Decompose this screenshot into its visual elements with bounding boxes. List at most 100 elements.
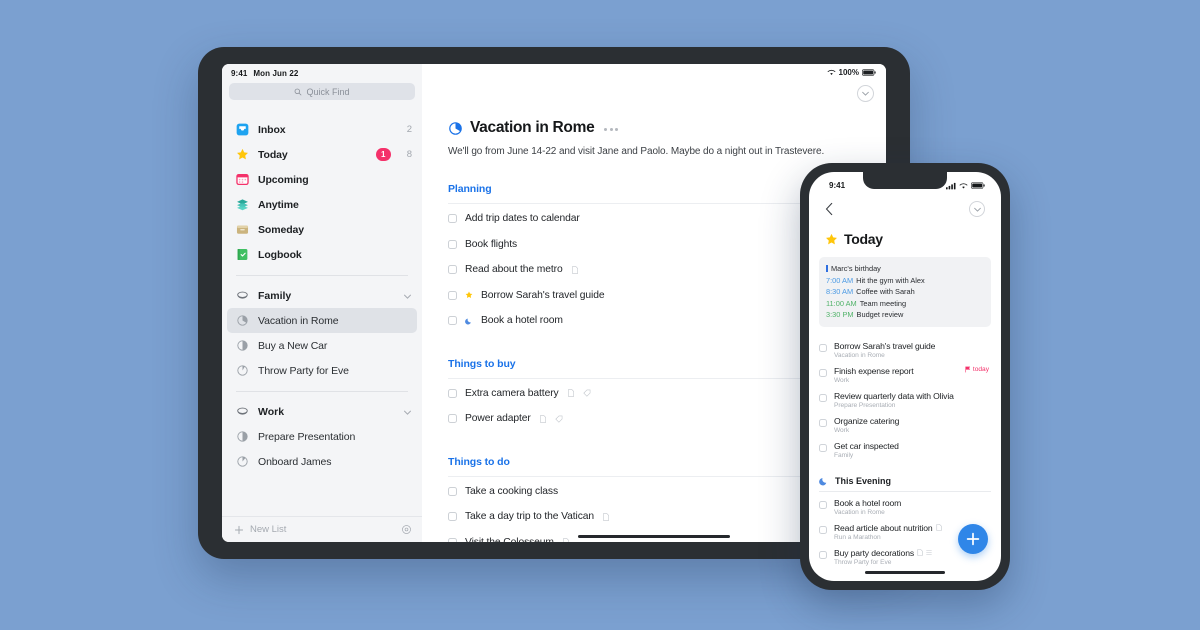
sidebar-group-family[interactable]: Family	[222, 284, 422, 308]
sidebar-item-prepare-presentation[interactable]: Prepare Presentation	[222, 424, 422, 449]
chevron-down-icon[interactable]	[403, 408, 412, 417]
checkbox[interactable]	[448, 239, 457, 249]
checkbox[interactable]	[819, 500, 827, 509]
ipad-status-bar: 9:41 Mon Jun 22	[222, 64, 422, 82]
signal-icon	[946, 182, 956, 189]
note-icon	[571, 266, 578, 274]
checkbox[interactable]	[819, 525, 827, 534]
plus-icon	[966, 532, 980, 546]
sidebar-item-label: Throw Party for Eve	[258, 364, 349, 377]
sidebar-item-vacation-in-rome[interactable]: Vacation in Rome	[227, 308, 417, 333]
project-note[interactable]: We'll go from June 14-22 and visit Jane …	[448, 146, 886, 157]
sidebar-item-upcoming[interactable]: Upcoming	[222, 167, 422, 192]
checkbox[interactable]	[819, 343, 827, 352]
section-this-evening: This Evening	[809, 476, 1001, 486]
sidebar-item-anytime[interactable]: Anytime	[222, 192, 422, 217]
page-title: Vacation in Rome	[470, 119, 595, 136]
checkbox[interactable]	[448, 290, 457, 300]
calendar-event-time: 7:00 AM	[826, 275, 854, 285]
sidebar-item-someday[interactable]: Someday	[222, 217, 422, 242]
calendar-event-label: Marc's birthday	[831, 264, 881, 273]
sidebar-item-inbox[interactable]: Inbox 2	[222, 117, 422, 142]
calendar-event: 8:30 AM Coffee with Sarah	[826, 286, 984, 298]
more-dots-icon[interactable]	[604, 128, 619, 131]
calendar-event: 7:00 AM Hit the gym with Alex	[826, 275, 984, 287]
sidebar-item-label: Anytime	[258, 198, 299, 211]
gear-icon[interactable]	[401, 524, 412, 535]
sidebar: 9:41 Mon Jun 22 Quick Find Inbox 2 Today…	[222, 64, 422, 542]
todo-project: Vacation in Rome	[834, 351, 885, 359]
iphone-todo-list: Borrow Sarah's travel guide Vacation in …	[809, 337, 1001, 462]
sidebar-item-label: Inbox	[258, 123, 286, 136]
checkbox[interactable]	[448, 537, 457, 542]
todo-label: Take a day trip to the Vatican	[465, 511, 595, 523]
collapse-button[interactable]	[969, 201, 985, 217]
iphone-notch	[863, 172, 947, 189]
checkbox[interactable]	[448, 265, 457, 275]
status-badge: 1	[375, 148, 391, 161]
checkbox[interactable]	[819, 418, 827, 427]
sidebar-item-throw-party-for-eve[interactable]: Throw Party for Eve	[222, 358, 422, 383]
chevron-left-icon[interactable]	[825, 202, 834, 216]
checkbox[interactable]	[448, 512, 457, 522]
calendar-event-time: 8:30 AM	[826, 287, 854, 297]
sidebar-divider	[236, 275, 408, 276]
calendar-card[interactable]: Marc's birthday 7:00 AM Hit the gym with…	[819, 257, 991, 327]
todo-label-wrap: Read article about nutrition	[834, 523, 942, 533]
page-title-row: Vacation in Rome	[448, 119, 886, 137]
area-icon	[237, 407, 248, 415]
checkbox[interactable]	[448, 486, 457, 496]
calendar-event: 11:00 AM Team meeting	[826, 298, 984, 310]
add-task-button[interactable]	[958, 524, 988, 554]
status-date: Mon Jun 22	[253, 68, 299, 78]
note-icon	[917, 549, 923, 557]
checkbox[interactable]	[448, 214, 457, 224]
sidebar-item-label: Prepare Presentation	[258, 430, 356, 443]
sidebar-item-label: Upcoming	[258, 173, 309, 186]
list-item[interactable]: Borrow Sarah's travel guide Vacation in …	[819, 337, 991, 362]
progress-icon	[237, 456, 248, 467]
status-time: 9:41	[231, 68, 248, 78]
iphone-device-frame: 9:41 Today Marc's birthday 7:00 AM Hit t…	[800, 163, 1010, 590]
layers-icon	[237, 199, 248, 211]
calendar-event-label: Coffee with Sarah	[856, 287, 915, 297]
todo-label: Book a hotel room	[481, 315, 563, 327]
progress-icon	[237, 315, 248, 326]
sidebar-item-today[interactable]: Today 1 8	[222, 142, 422, 167]
todo-label-wrap: Buy party decorations	[834, 548, 932, 558]
sidebar-group-work[interactable]: Work	[222, 400, 422, 424]
tag-icon	[555, 415, 563, 423]
checkbox[interactable]	[819, 550, 827, 559]
todo-label: Take a cooking class	[465, 485, 559, 497]
list-item[interactable]: Book a hotel room Vacation in Rome	[819, 494, 991, 519]
sidebar-item-onboard-james[interactable]: Onboard James	[222, 449, 422, 474]
search-input[interactable]: Quick Find	[229, 83, 415, 100]
book-icon	[237, 249, 248, 260]
todo-label: Read article about nutrition	[834, 522, 933, 533]
ipad-home-indicator	[578, 535, 730, 538]
allday-bar-icon	[826, 265, 828, 273]
checkbox[interactable]	[819, 393, 827, 402]
plus-icon[interactable]	[234, 525, 244, 535]
chevron-down-icon[interactable]	[403, 292, 412, 301]
collapse-button[interactable]	[857, 85, 874, 102]
sidebar-item-logbook[interactable]: Logbook	[222, 242, 422, 267]
page-title: Today	[844, 231, 883, 247]
new-list-button[interactable]: New List	[250, 524, 286, 535]
list-item[interactable]: Organize catering Work	[819, 412, 991, 437]
inbox-icon	[236, 123, 249, 136]
checkbox[interactable]	[819, 443, 827, 452]
battery-icon	[971, 182, 985, 189]
list-item[interactable]: Review quarterly data with Olivia Prepar…	[819, 387, 991, 412]
calendar-event-label: Budget review	[856, 310, 904, 320]
list-item[interactable]: Get car inspected Family	[819, 437, 991, 462]
checkbox[interactable]	[448, 414, 457, 424]
wifi-icon	[959, 182, 968, 189]
sidebar-item-buy-a-new-car[interactable]: Buy a New Car	[222, 333, 422, 358]
sidebar-item-label: Buy a New Car	[258, 339, 328, 352]
checkbox[interactable]	[448, 316, 457, 326]
checkbox[interactable]	[448, 388, 457, 398]
checkbox[interactable]	[819, 368, 827, 377]
calendar-event-label: Hit the gym with Alex	[856, 275, 925, 285]
list-item[interactable]: Finish expense report Work today	[819, 362, 991, 387]
